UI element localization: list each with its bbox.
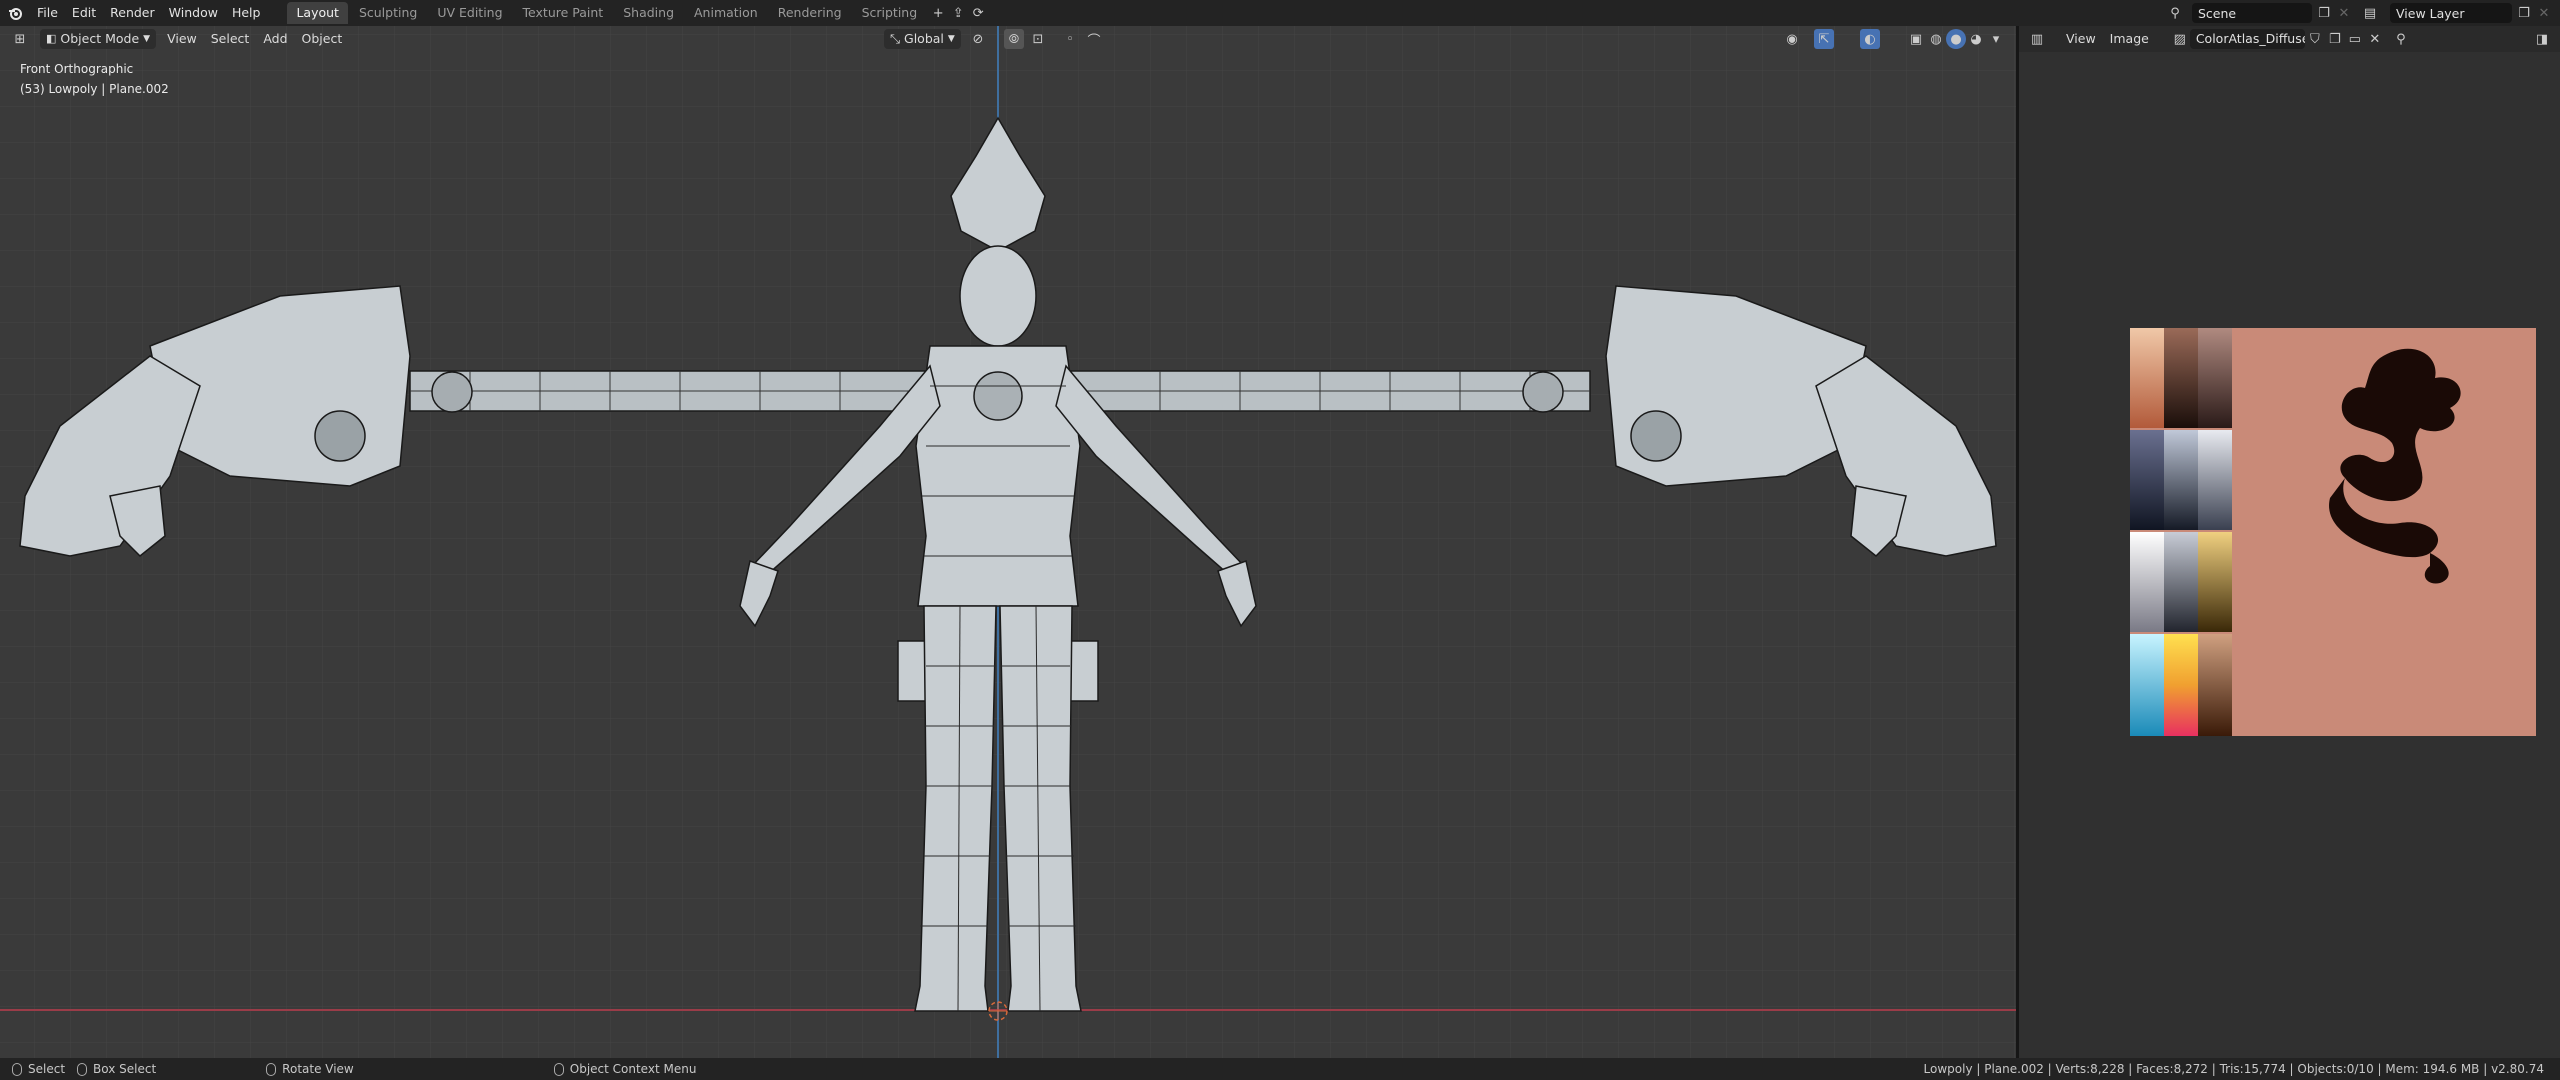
new-image-icon[interactable]: ❐ [2325, 29, 2345, 49]
menu-help[interactable]: Help [225, 0, 268, 26]
copy-scene-icon[interactable]: ❐ [2314, 3, 2334, 23]
tab-texture-paint[interactable]: Texture Paint [514, 2, 613, 24]
falloff-icon[interactable]: ⌒ [1084, 29, 1104, 49]
close-image-icon[interactable]: ✕ [2365, 29, 2385, 49]
upload-icon[interactable]: ⇪ [948, 3, 968, 23]
status-box-select-label: Box Select [93, 1062, 157, 1076]
transform-orientation-selector[interactable]: ⤡ Global ▼ [884, 29, 961, 49]
image-browse-icon[interactable]: ▨ [2170, 29, 2190, 49]
status-context: Object Context Menu [553, 1062, 697, 1076]
chevron-down-icon[interactable]: ▾ [1986, 29, 2006, 49]
status-select-label: Select [28, 1062, 66, 1076]
blender-logo-icon[interactable] [0, 0, 30, 26]
orientation-icon: ⤡ [890, 31, 901, 46]
mouse-left-icon [12, 1062, 22, 1076]
object-info-label: (53) Lowpoly | Plane.002 [20, 82, 169, 96]
image-editor-type-icon[interactable]: ▥ [2027, 29, 2047, 49]
material-shading-icon[interactable]: ◕ [1966, 29, 1986, 49]
image-editor[interactable]: ▥ View Image ▨ ColorAtlas_Diffuse.p... ⛉… [2019, 26, 2560, 1058]
pin-icon[interactable]: ⚲ [2391, 29, 2411, 49]
refresh-icon[interactable]: ⟳ [968, 3, 988, 23]
snap-icon[interactable]: ⦾ [1004, 29, 1024, 49]
status-rotate-label: Rotate View [282, 1062, 354, 1076]
tab-animation[interactable]: Animation [685, 2, 767, 24]
menu-edit[interactable]: Edit [65, 0, 103, 26]
object-mode-icon: ◧ [46, 32, 57, 45]
solid-shading-icon[interactable]: ● [1946, 29, 1966, 49]
tab-sculpting[interactable]: Sculpting [350, 2, 426, 24]
viewport-menu-object[interactable]: Object [295, 29, 350, 49]
image-menu-image[interactable]: Image [2103, 29, 2156, 49]
viewport-header: ⊞ ◧ Object Mode ▼ View Select Add Object… [0, 26, 2016, 52]
close-view-layer-icon[interactable]: ✕ [2534, 3, 2554, 23]
overlay-icon[interactable]: ◐ [1860, 29, 1880, 49]
menu-window[interactable]: Window [162, 0, 225, 26]
top-bar: File Edit Render Window Help Layout Scul… [0, 0, 2560, 26]
status-context-label: Object Context Menu [569, 1062, 697, 1076]
scene-name: Scene [2198, 5, 2237, 21]
tab-shading[interactable]: Shading [614, 2, 683, 24]
view-layer-name: View Layer [2396, 5, 2465, 21]
visibility-icon[interactable]: ◉ [1782, 29, 1802, 49]
tab-rendering[interactable]: Rendering [769, 2, 851, 24]
xray-icon[interactable]: ▣ [1906, 29, 1926, 49]
scene-selector[interactable]: Scene [2192, 3, 2312, 23]
viewport-grid [0, 26, 2016, 1058]
mouse-right-icon [553, 1062, 564, 1076]
mouse-drag-icon [77, 1062, 88, 1076]
view-layer-selector[interactable]: View Layer [2390, 3, 2512, 23]
mode-label: Object Mode [60, 31, 140, 46]
editor-type-icon[interactable]: ⊞ [10, 29, 30, 49]
menu-file[interactable]: File [30, 0, 65, 26]
3d-viewport[interactable]: ⊞ ◧ Object Mode ▼ View Select Add Object… [0, 26, 2016, 1058]
status-select: Select [12, 1062, 65, 1076]
tab-layout[interactable]: Layout [287, 2, 348, 24]
sidebar-toggle-icon[interactable]: ◨ [2532, 29, 2552, 49]
scene-statistics: Lowpoly | Plane.002 | Verts:8,228 | Face… [1923, 1062, 2544, 1076]
chevron-down-icon: ▼ [947, 34, 955, 44]
view-layer-icon[interactable]: ▤ [2360, 3, 2380, 23]
tab-scripting[interactable]: Scripting [853, 2, 927, 24]
viewport-menu-view[interactable]: View [160, 29, 204, 49]
viewport-menu-select[interactable]: Select [204, 29, 257, 49]
scene-icon[interactable]: ⚲ [2165, 3, 2185, 23]
viewport-menu-add[interactable]: Add [256, 29, 294, 49]
wireframe-shading-icon[interactable]: ◍ [1926, 29, 1946, 49]
chevron-down-icon: ▼ [143, 34, 151, 44]
status-bar: Select Box Select Rotate View Object Con… [0, 1058, 2560, 1080]
mouse-middle-icon [266, 1062, 277, 1076]
proportional-edit-icon[interactable]: ◦ [1060, 29, 1080, 49]
tab-uv-editing[interactable]: UV Editing [428, 2, 511, 24]
image-menu-view[interactable]: View [2059, 29, 2103, 49]
color-atlas-image [2130, 328, 2536, 736]
open-image-icon[interactable]: ▭ [2345, 29, 2365, 49]
image-name-field[interactable]: ColorAtlas_Diffuse.p... [2189, 29, 2305, 49]
mode-selector[interactable]: ◧ Object Mode ▼ [40, 29, 157, 49]
view-name-label: Front Orthographic [20, 62, 134, 76]
status-rotate: Rotate View [266, 1062, 354, 1076]
add-workspace-icon[interactable]: + [928, 3, 948, 23]
pivot-icon[interactable]: ⊘ [968, 29, 988, 49]
3d-cursor-icon [988, 1001, 1008, 1021]
status-box-select: Box Select [77, 1062, 156, 1076]
menu-render[interactable]: Render [103, 0, 162, 26]
copy-view-layer-icon[interactable]: ❐ [2514, 3, 2534, 23]
gizmo-icon[interactable]: ⇱ [1814, 29, 1834, 49]
image-editor-header: ▥ View Image ▨ ColorAtlas_Diffuse.p... ⛉… [2019, 26, 2560, 52]
snap-target-icon[interactable]: ⊡ [1028, 29, 1048, 49]
close-scene-icon[interactable]: ✕ [2334, 3, 2354, 23]
orientation-label: Global [904, 31, 944, 46]
fake-user-icon[interactable]: ⛉ [2305, 29, 2325, 49]
